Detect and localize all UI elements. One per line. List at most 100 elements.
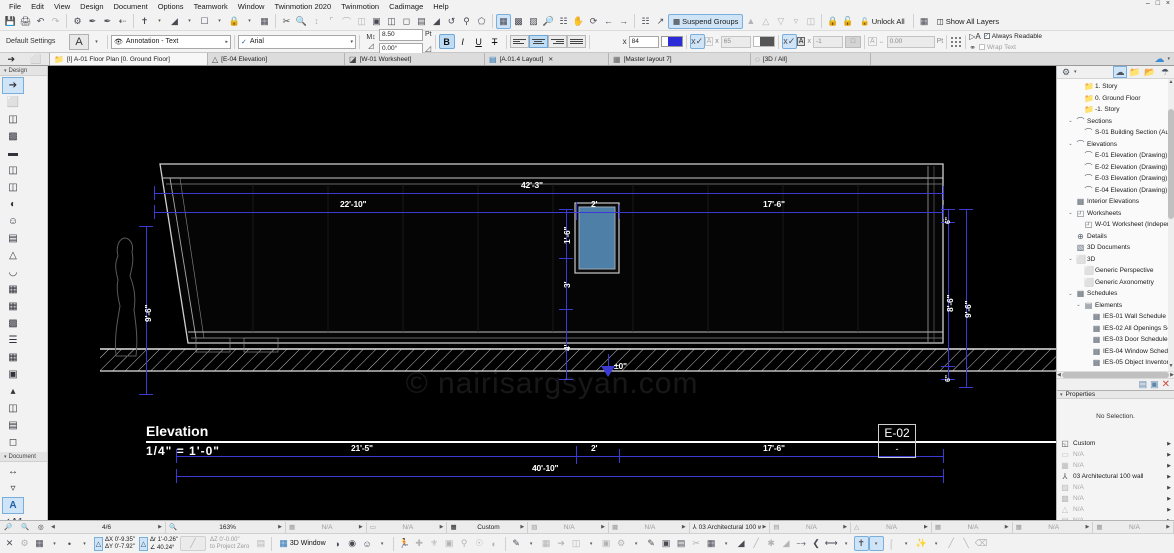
close-icon[interactable]: ✕ xyxy=(548,56,553,63)
level-dimension-tool[interactable]: ▿ xyxy=(2,480,24,497)
arrow-tool-icon[interactable]: ➔ xyxy=(8,54,16,65)
menu-item-file[interactable]: File xyxy=(4,2,26,11)
status-field[interactable]: ▩ N/A ▶ xyxy=(609,521,690,533)
marquee-3d-icon[interactable]: ▣ xyxy=(442,536,457,551)
measure-caret-icon[interactable]: ▾ xyxy=(839,536,854,551)
menu-item-document[interactable]: Document xyxy=(109,2,153,11)
bring-front-icon[interactable]: ▲ xyxy=(743,14,758,29)
dot-caret-icon[interactable]: ▾ xyxy=(584,536,599,551)
split-icon[interactable]: ✂ xyxy=(279,14,294,29)
eyedropper-icon[interactable]: ✒ xyxy=(85,14,100,29)
tab-master-layout[interactable]: ▦ [Master layout 7] xyxy=(609,53,751,65)
bg-pen-input[interactable]: -1 xyxy=(812,35,843,48)
chevron-right-icon[interactable]: ▶ xyxy=(1166,524,1170,530)
column-tool[interactable]: ▩ xyxy=(2,128,24,145)
lock-dropdown-caret-icon[interactable]: ▾ xyxy=(242,14,257,29)
pen-number-input[interactable]: 84 xyxy=(628,35,659,48)
scroll-down-arrow-icon[interactable]: ▼ xyxy=(1168,363,1174,371)
relative-caret-icon[interactable]: ▾ xyxy=(77,536,92,551)
edge-snap-icon[interactable]: ◢ xyxy=(779,536,794,551)
zoom-out-icon[interactable]: 🔎 xyxy=(4,523,12,531)
new-view-icon[interactable]: ▤ xyxy=(1139,379,1148,390)
elevation-ref-icon[interactable]: ▤ xyxy=(253,536,268,551)
cartesian-coordinates[interactable]: △ ΔX 0'-9.35" ΔY 0'-7.92" xyxy=(92,536,137,551)
railing-tool[interactable]: ☰ xyxy=(2,332,24,349)
fit-window-icon[interactable]: ◎ xyxy=(38,523,44,531)
filter-3d-icon[interactable]: ⚲ xyxy=(457,536,472,551)
navigator-settings-icon[interactable]: ⚙ xyxy=(1059,66,1073,78)
view-3d-icon[interactable]: ◐ xyxy=(487,536,502,551)
partial-structure-icon[interactable]: ◫ xyxy=(569,536,584,551)
3d-window-button[interactable]: ▦ 3D Window xyxy=(275,538,329,549)
fit-window-icon[interactable]: ☷ xyxy=(556,14,571,29)
twisty-expanded-icon[interactable]: ⌄ xyxy=(1067,210,1074,216)
bg-transparent-swatch[interactable]: □ xyxy=(844,35,861,48)
drawing-id-marker[interactable]: E-02 - xyxy=(878,424,916,458)
underline-button[interactable]: U xyxy=(471,34,487,49)
align-left-button[interactable] xyxy=(509,35,529,48)
navigator-item[interactable]: ⌄ ◰ Worksheets xyxy=(1057,208,1174,220)
scroll-thumb[interactable] xyxy=(1168,109,1174,219)
navigator-item[interactable]: ⊕ Details xyxy=(1057,231,1174,243)
property-row[interactable]: △ N/A ▶ xyxy=(1057,504,1174,515)
door-tool[interactable]: ◫ xyxy=(2,179,24,196)
chevron-right-icon[interactable]: ▶ xyxy=(440,524,444,530)
pen-set-icon[interactable]: ✎ xyxy=(509,536,524,551)
angle-preview-icon[interactable]: ╱ xyxy=(179,536,206,551)
ungroup-icon[interactable]: ▨ xyxy=(526,14,541,29)
mirror-icon[interactable]: ◢ xyxy=(429,14,444,29)
adjust-icon[interactable]: ▣ xyxy=(369,14,384,29)
chevron-right-icon[interactable]: ▶ xyxy=(1167,441,1171,447)
curtain-wall-tool[interactable]: ▦ xyxy=(2,298,24,315)
window-controls[interactable]: – □ × xyxy=(1146,0,1172,7)
next-page-arrow-icon[interactable]: ▶ xyxy=(158,524,162,530)
navigator-item[interactable]: ⌄ ⬜ 3D xyxy=(1057,254,1174,266)
status-page-nav[interactable]: ◀ 4/6 ▶ xyxy=(48,521,166,533)
coordinate-origin-icon[interactable]: ▦ xyxy=(32,536,47,551)
navigator-item[interactable]: ▧ 3D Documents xyxy=(1057,242,1174,254)
chevron-right-icon[interactable]: ▶ xyxy=(924,524,928,530)
rotate-icon[interactable]: ↺ xyxy=(444,14,459,29)
chevron-right-icon[interactable]: ▶ xyxy=(1167,485,1171,491)
bold-button[interactable]: B xyxy=(438,34,455,49)
navigator-item[interactable]: 📁 -1. Story xyxy=(1057,104,1174,116)
property-row[interactable]: ▭ N/A ▶ xyxy=(1057,449,1174,460)
status-field[interactable]: ▭ N/A ▶ xyxy=(367,521,448,533)
morph-tool[interactable]: ▦ xyxy=(2,281,24,298)
navigator-item[interactable]: ▦ IES-04 Window Schedule xyxy=(1057,346,1174,358)
navigator-vscrollbar[interactable]: ▲ ▼ xyxy=(1168,79,1174,371)
tab-floor-plan[interactable]: 📁 [I] A-01 Floor Plan [0. Ground Floor] xyxy=(50,53,208,65)
background-pen-toggle[interactable]: x✓ xyxy=(781,34,797,49)
sun-3d-icon[interactable]: ☉ xyxy=(472,536,487,551)
calibrate-icon[interactable]: ▤ xyxy=(674,536,689,551)
cancel-icon[interactable]: ✕ xyxy=(2,536,17,551)
status-field[interactable]: ▦ N/A ▶ xyxy=(1013,521,1094,533)
lock-icon[interactable]: 🔒 xyxy=(227,14,242,29)
chevron-down-icon[interactable]: ▾ xyxy=(1167,56,1170,62)
align-icon[interactable]: ◫ xyxy=(803,14,818,29)
wrap-text-checkbox[interactable]: Wrap Text xyxy=(978,44,1016,51)
status-field[interactable]: ▦ Custom ▶ xyxy=(447,521,529,533)
navigator-item[interactable]: ⌒ E-03 Elevation (Drawing) xyxy=(1057,173,1174,185)
project-map-icon[interactable]: ☁ xyxy=(1113,66,1127,78)
trim-corner-icon[interactable]: ⌜ xyxy=(324,14,339,29)
snap-guide-icon[interactable]: ◢ xyxy=(734,536,749,551)
tracker-icon[interactable]: ⚙ xyxy=(17,536,32,551)
grid-display-icon[interactable]: ▦ xyxy=(257,14,272,29)
status-field[interactable]: ▦ N/A ▶ xyxy=(1093,521,1174,533)
scroll-up-arrow-icon[interactable]: ▲ xyxy=(1168,79,1174,87)
menu-item-window[interactable]: Window xyxy=(233,2,270,11)
strikethrough-button[interactable]: T xyxy=(487,34,503,49)
clean-up-icon[interactable]: ✂ xyxy=(689,536,704,551)
wand-caret-icon[interactable]: ▾ xyxy=(929,536,944,551)
drawing-canvas[interactable]: 42'-3" 22'-10" 2' 17'-6" 9'-6" 1'-6" 3' … xyxy=(48,66,1056,520)
intersect-icon[interactable]: ◫ xyxy=(354,14,369,29)
italic-button[interactable]: I xyxy=(455,34,471,49)
font-size-input[interactable]: 8.50 xyxy=(379,28,423,41)
prev-zoom-icon[interactable]: ← xyxy=(601,14,616,29)
status-field[interactable]: ▤ N/A ▶ xyxy=(770,521,852,533)
wall-tool[interactable]: ◫ xyxy=(2,111,24,128)
syringe-icon[interactable]: ✒ xyxy=(100,14,115,29)
renovation-filter-icon[interactable]: ▣ xyxy=(599,536,614,551)
true-line-weight-icon[interactable]: ↗ xyxy=(653,14,668,29)
